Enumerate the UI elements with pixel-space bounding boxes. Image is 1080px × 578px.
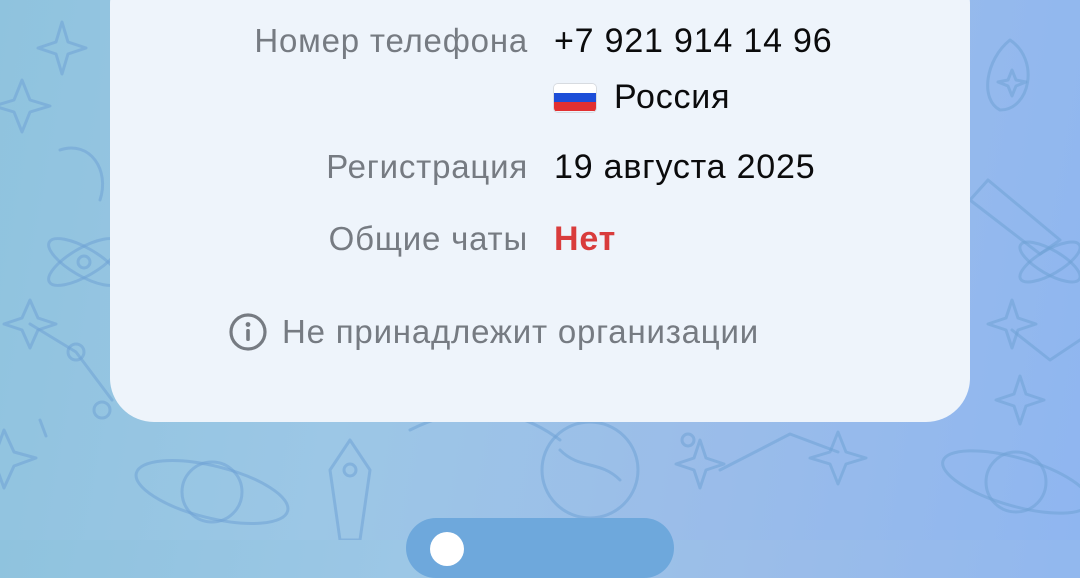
- russia-flag-icon: [554, 83, 596, 112]
- organization-note[interactable]: Не принадлежит организации: [228, 312, 759, 352]
- common-chats-label: Общие чаты: [328, 220, 528, 257]
- phone-value[interactable]: +7 921 914 14 96: [554, 22, 832, 61]
- registration-label: Регистрация: [326, 148, 528, 185]
- phone-row[interactable]: Номер телефона +7 921 914 14 96: [110, 22, 970, 72]
- profile-info-card: Номер телефона +7 921 914 14 96 Россия Р…: [110, 0, 970, 422]
- common-chats-value[interactable]: Нет: [554, 220, 616, 259]
- organization-text: Не принадлежит организации: [282, 313, 759, 350]
- button-icon: [430, 532, 464, 566]
- registration-row: Регистрация 19 августа 2025: [110, 148, 970, 198]
- registration-value: 19 августа 2025: [554, 148, 816, 186]
- phone-country: Россия: [554, 78, 730, 117]
- country-name: Россия: [614, 78, 731, 116]
- country-row: Россия: [110, 78, 970, 128]
- bottom-action-button[interactable]: [406, 518, 674, 578]
- phone-label: Номер телефона: [254, 22, 528, 59]
- info-icon: [229, 313, 267, 351]
- common-chats-row[interactable]: Общие чаты Нет: [110, 220, 970, 270]
